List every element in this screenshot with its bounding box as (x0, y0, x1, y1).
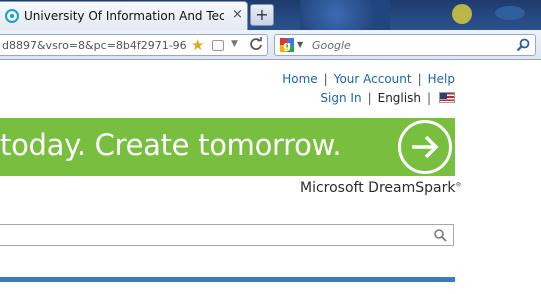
browser-tab-active[interactable]: University Of Information And Techn… × (0, 1, 248, 30)
top-links: Home | Your Account | Help (282, 72, 455, 86)
search-icon[interactable] (515, 37, 531, 53)
address-url[interactable]: d8897&vsro=8&pc=8b4f2971-968c- (2, 39, 187, 52)
tab-close-icon[interactable]: × (232, 8, 243, 22)
brand-name: Microsoft DreamSpark (300, 180, 456, 196)
site-favicon-icon (5, 9, 19, 23)
desktop-background-decoration (452, 4, 472, 24)
accent-bar (0, 277, 455, 282)
brand-trademark: ® (455, 181, 462, 189)
address-bar[interactable]: d8897&vsro=8&pc=8b4f2971-968c- ★ ▼ (0, 34, 268, 56)
language-label: English (377, 91, 421, 105)
web-page: Home | Your Account | Help Sign In | English | … (0, 60, 541, 294)
tab-strip: University Of Information And Techn… × + (0, 0, 541, 30)
desktop-background-decoration (495, 6, 525, 20)
svg-text:g: g (283, 39, 291, 52)
your-account-link[interactable]: Your Account (334, 72, 412, 86)
new-tab-button[interactable]: + (250, 4, 274, 26)
history-dropdown-icon[interactable]: ▼ (231, 39, 238, 49)
read-later-icon[interactable] (212, 40, 224, 51)
arrow-right-icon[interactable] (398, 120, 452, 174)
google-logo-icon[interactable]: g (280, 38, 294, 52)
promo-banner[interactable]: today. Create tomorrow. (0, 118, 455, 176)
bookmark-star-icon[interactable]: ★ (191, 36, 204, 54)
search-bar[interactable]: g ▼ Google (274, 34, 536, 56)
home-link[interactable]: Home (282, 72, 317, 86)
us-flag-icon[interactable] (439, 92, 455, 103)
help-link[interactable]: Help (428, 72, 455, 86)
separator: | (323, 72, 328, 86)
sign-in-link[interactable]: Sign In (320, 91, 361, 105)
search-input[interactable]: Google (312, 39, 351, 52)
separator: | (417, 72, 422, 86)
account-language-row: Sign In | English | (320, 91, 455, 105)
tab-title: University Of Information And Techn… (24, 9, 224, 23)
reload-icon[interactable] (249, 37, 263, 55)
search-engine-dropdown-icon[interactable]: ▼ (297, 40, 303, 49)
banner-headline: today. Create tomorrow. (0, 128, 342, 162)
site-search-input[interactable] (0, 224, 454, 246)
search-icon[interactable] (433, 228, 447, 242)
brand-logo: Microsoft DreamSpark® (300, 180, 461, 196)
separator: | (426, 91, 431, 105)
separator: | (367, 91, 372, 105)
navigation-toolbar: d8897&vsro=8&pc=8b4f2971-968c- ★ ▼ g ▼ G… (0, 30, 541, 60)
desktop-background (300, 0, 390, 30)
